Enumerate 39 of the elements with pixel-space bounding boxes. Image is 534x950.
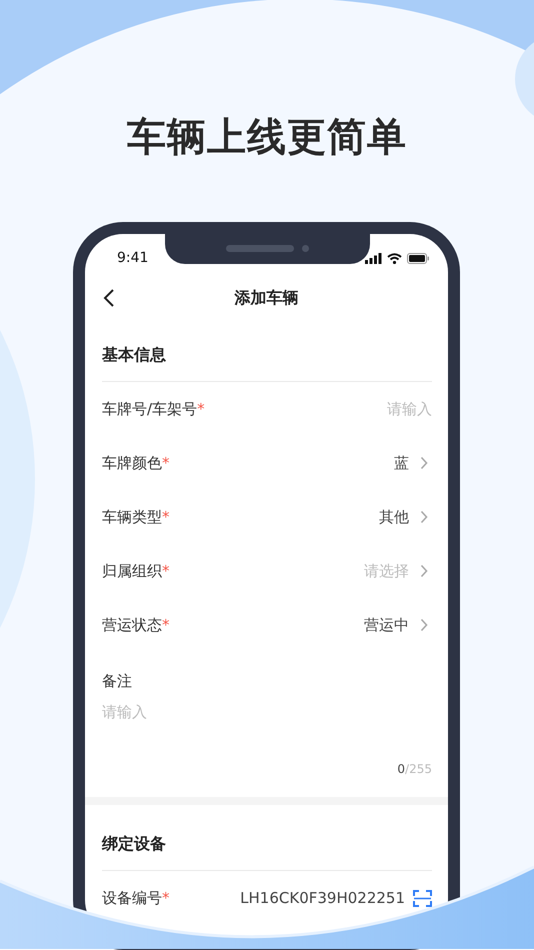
scan-icon <box>413 890 432 906</box>
battery-icon <box>407 252 430 264</box>
form-row[interactable]: 营运状态* 营运中 <box>102 598 432 652</box>
camera <box>302 244 309 252</box>
required-mark: * <box>197 400 205 418</box>
headline: 车辆上线更简单 <box>127 114 407 162</box>
form-row[interactable]: 归属组织* 请选择 <box>102 544 432 598</box>
field-value: 请选择 <box>364 562 409 580</box>
chevron-right-icon <box>420 564 428 578</box>
field-label: 车牌颜色 <box>102 454 162 472</box>
required-mark: * <box>162 562 170 580</box>
field-value: 其他 <box>379 508 409 526</box>
wifi-icon <box>387 252 402 264</box>
field-label: 车辆类型 <box>102 508 162 526</box>
form-row[interactable]: 车牌颜色* 蓝 <box>102 436 432 490</box>
back-icon <box>103 288 115 308</box>
required-mark: * <box>162 454 170 472</box>
page-title: 添加车辆 <box>234 288 298 308</box>
section-title: 基本信息 <box>102 344 167 366</box>
field-label: 归属组织 <box>102 562 162 580</box>
char-counter: 0/255 <box>397 761 432 778</box>
required-mark: * <box>162 508 170 526</box>
chevron-right-icon <box>420 510 428 524</box>
required-mark: * <box>162 616 170 634</box>
section-title: 绑定设备 <box>102 833 167 855</box>
required-mark: * <box>162 888 170 908</box>
signal-icon <box>365 252 382 264</box>
field-label: 营运状态 <box>102 616 162 634</box>
field-label: 设备编号 <box>102 888 162 908</box>
field-value: LH16CK0F39H022251 <box>240 889 405 907</box>
chevron-right-icon <box>420 618 428 632</box>
field-value: 营运中 <box>364 616 409 634</box>
form-row[interactable]: 车辆类型* 其他 <box>102 490 432 544</box>
field-label: 备注 <box>102 671 132 692</box>
field-label: 车牌号/车架号 <box>102 400 198 418</box>
field-value: 蓝 <box>394 454 409 472</box>
chevron-right-icon <box>420 456 428 470</box>
status-time: 9:41 <box>117 250 148 266</box>
speaker <box>226 244 294 252</box>
